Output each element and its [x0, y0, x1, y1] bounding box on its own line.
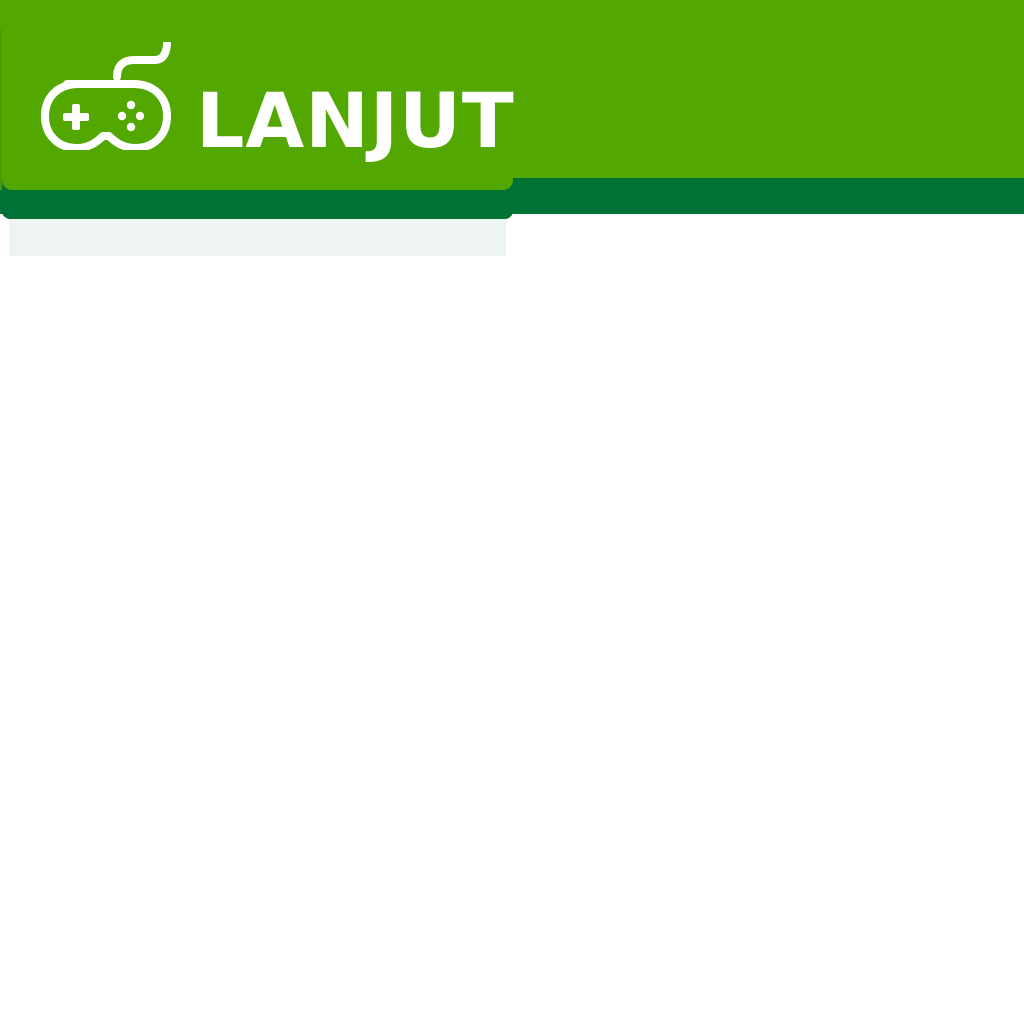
site-title: LANJUT	[196, 76, 515, 165]
gamepad-icon	[41, 42, 171, 150]
empty-content-bar	[9, 219, 506, 256]
page: LANJUT	[0, 0, 1024, 1024]
logo-link[interactable]: LANJUT	[2, 0, 515, 190]
